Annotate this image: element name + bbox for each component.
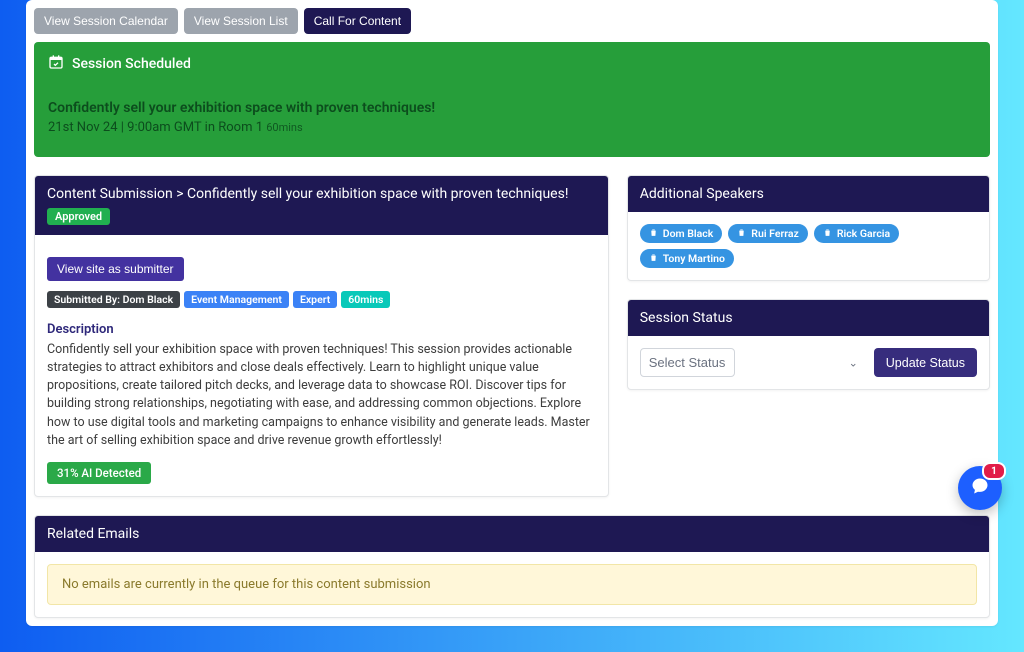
content-submission-card: Content Submission > Confidently sell yo…	[34, 175, 609, 497]
speaker-name: Rui Ferraz	[751, 227, 799, 240]
content-submission-breadcrumb: Content Submission > Confidently sell yo…	[47, 186, 596, 202]
speaker-name: Dom Black	[663, 227, 714, 240]
view-as-submitter-button[interactable]: View site as submitter	[47, 257, 184, 281]
speaker-chip[interactable]: Tony Martino	[640, 249, 734, 268]
tab-list[interactable]: View Session List	[184, 8, 298, 34]
speaker-name: Rick Garcia	[837, 227, 890, 240]
trash-icon	[823, 227, 832, 240]
submitted-by-tag: Submitted By: Dom Black	[47, 291, 180, 308]
trash-icon	[649, 227, 658, 240]
level-tag: Expert	[293, 291, 337, 308]
trash-icon	[737, 227, 746, 240]
related-emails-header: Related Emails	[35, 516, 989, 552]
description-heading: Description	[47, 322, 596, 337]
no-emails-alert: No emails are currently in the queue for…	[47, 564, 977, 605]
session-scheduled-label: Session Scheduled	[72, 56, 191, 72]
speaker-chip[interactable]: Dom Black	[640, 224, 723, 243]
top-tabs: View Session Calendar View Session List …	[34, 8, 990, 34]
calendar-event-icon	[48, 54, 64, 74]
additional-speakers-header: Additional Speakers	[628, 176, 989, 212]
session-status-header: Session Status	[628, 300, 989, 336]
description-text: Confidently sell your exhibition space w…	[47, 341, 596, 450]
chevron-down-icon: ⌄	[849, 356, 858, 369]
speaker-chip[interactable]: Rick Garcia	[814, 224, 899, 243]
chat-unread-badge: 1	[982, 462, 1006, 480]
speaker-chip-row: Dom Black Rui Ferraz Rick Garcia	[640, 224, 977, 268]
session-scheduled-banner: Session Scheduled Confidently sell your …	[34, 42, 990, 157]
trash-icon	[649, 252, 658, 265]
tab-calendar[interactable]: View Session Calendar	[34, 8, 178, 34]
ai-detected-badge: 31% AI Detected	[47, 462, 151, 484]
topic-tag: Event Management	[184, 291, 289, 308]
update-status-button[interactable]: Update Status	[874, 348, 977, 377]
session-status-card: Session Status Select Status ⌄ Update St…	[627, 299, 990, 390]
speaker-name: Tony Martino	[663, 252, 725, 265]
tab-call-for-content[interactable]: Call For Content	[304, 8, 411, 34]
content-submission-header: Content Submission > Confidently sell yo…	[35, 176, 608, 235]
status-select[interactable]: Select Status	[640, 348, 735, 377]
scheduled-session-time: 21st Nov 24 | 9:00am GMT in Room 1 60min…	[48, 120, 976, 135]
duration-tag: 60mins	[341, 291, 390, 308]
speaker-chip[interactable]: Rui Ferraz	[728, 224, 808, 243]
additional-speakers-card: Additional Speakers Dom Black Rui Ferraz	[627, 175, 990, 281]
chat-widget-button[interactable]: 1	[958, 466, 1002, 510]
scheduled-session-title: Confidently sell your exhibition space w…	[48, 100, 976, 116]
approved-badge: Approved	[47, 208, 110, 225]
related-emails-card: Related Emails No emails are currently i…	[34, 515, 990, 618]
